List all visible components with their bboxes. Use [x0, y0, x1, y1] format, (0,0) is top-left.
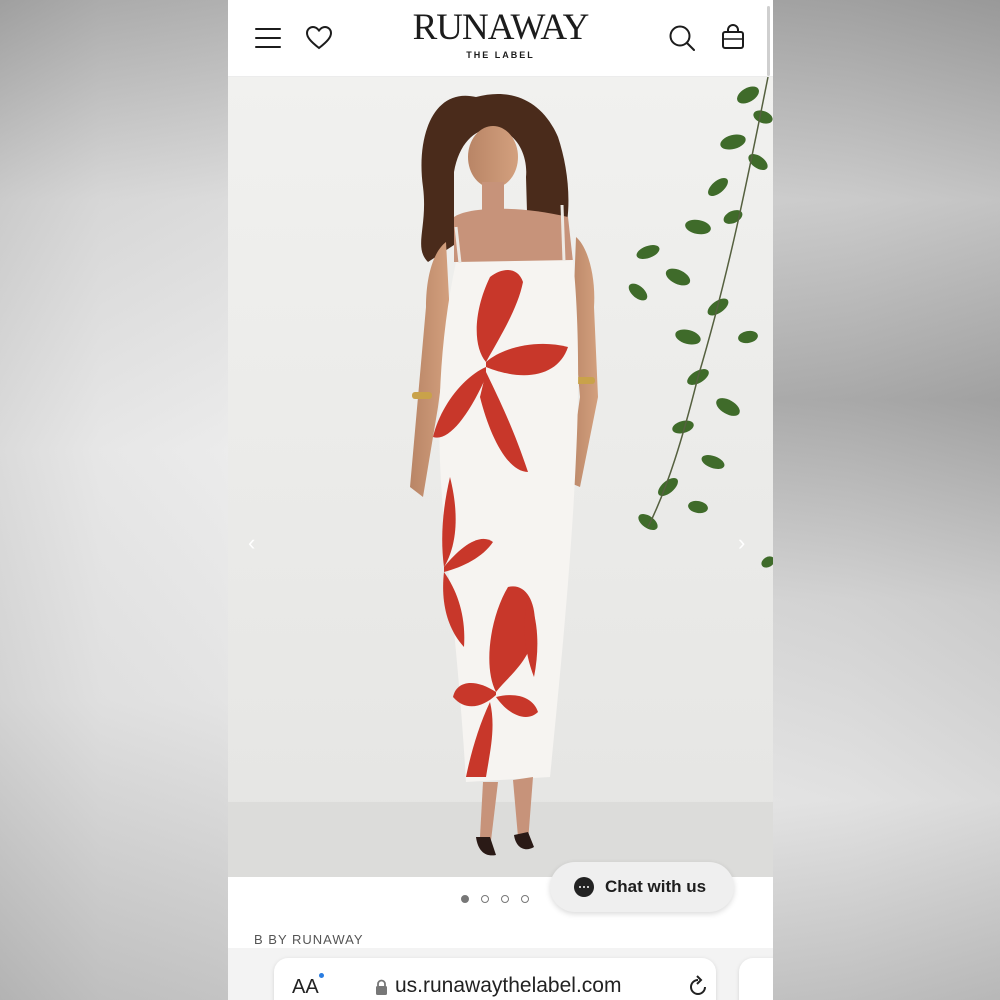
shopping-bag-icon[interactable] — [719, 23, 747, 51]
background-blur-right — [773, 0, 1000, 1000]
gallery-pagination — [461, 895, 529, 903]
page-scrollbar[interactable] — [767, 6, 770, 76]
gallery-dot-3[interactable] — [501, 895, 509, 903]
chat-bubble-icon — [574, 877, 594, 897]
product-photo-illustration — [228, 77, 773, 877]
phone-screen: RUNAWAY THE LABEL ‹ › Chat with us B BY … — [228, 0, 773, 1000]
gallery-next-arrow[interactable]: › — [738, 532, 745, 554]
url-text[interactable]: us.runawaythelabel.com — [395, 974, 621, 998]
reload-icon[interactable] — [686, 975, 710, 1000]
background-blur-left — [0, 0, 228, 1000]
notification-dot — [319, 973, 324, 978]
next-tab-preview[interactable] — [739, 958, 773, 1000]
gallery-dot-2[interactable] — [481, 895, 489, 903]
site-header: RUNAWAY THE LABEL — [228, 0, 773, 77]
product-image[interactable]: ‹ › — [228, 77, 773, 877]
search-icon[interactable] — [668, 24, 696, 52]
address-bar[interactable]: AA us.runawaythelabel.com — [274, 958, 716, 1000]
gallery-dot-4[interactable] — [521, 895, 529, 903]
chat-with-us-button[interactable]: Chat with us — [550, 862, 734, 912]
gallery-dot-1[interactable] — [461, 895, 469, 903]
text-size-button[interactable]: AA — [292, 976, 319, 999]
chat-label: Chat with us — [605, 877, 707, 896]
gallery-prev-arrow[interactable]: ‹ — [248, 532, 255, 554]
product-brand[interactable]: B BY RUNAWAY — [254, 932, 364, 947]
lock-icon — [375, 979, 388, 1000]
